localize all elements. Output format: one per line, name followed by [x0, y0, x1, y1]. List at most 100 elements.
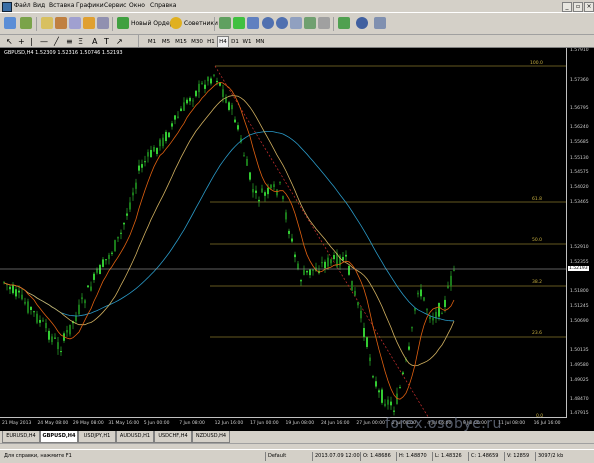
zoom-in-icon[interactable]: [262, 17, 274, 29]
tab-nzdusd-h4[interactable]: NZDUSD,H4: [192, 431, 230, 443]
price-label: 1.54575: [570, 170, 589, 175]
price-label: 1.48470: [570, 397, 589, 402]
minimize-button[interactable]: _: [562, 2, 572, 12]
indicators-icon[interactable]: [338, 17, 350, 29]
menu-window[interactable]: Окно: [129, 2, 145, 9]
close-button[interactable]: ×: [584, 2, 594, 12]
cursor-icon[interactable]: ↖: [6, 37, 13, 46]
menu-file[interactable]: Файл: [14, 2, 31, 9]
candle-body: [309, 269, 311, 276]
tester-icon[interactable]: [97, 17, 109, 29]
candle-body: [249, 172, 251, 180]
line-chart-icon[interactable]: [247, 17, 259, 29]
navigator-icon[interactable]: [69, 17, 81, 29]
candle-body: [207, 76, 209, 82]
data-window-icon[interactable]: [55, 17, 67, 29]
tab-gbpusd-h4[interactable]: GBPUSD,H4: [40, 431, 78, 443]
tab-audusd-h1[interactable]: AUDUSD,H1: [116, 431, 154, 443]
market-watch-icon[interactable]: [41, 17, 53, 29]
candle-body: [168, 132, 170, 138]
price-label: 1.57360: [570, 78, 589, 83]
candle-body: [273, 184, 275, 187]
menu-tools[interactable]: Сервис: [104, 2, 126, 9]
time-label: 27 Jun 00:00: [356, 421, 385, 426]
vertical-line-icon[interactable]: |: [30, 37, 33, 46]
new-order-icon[interactable]: [117, 17, 129, 29]
profiles-icon[interactable]: [20, 17, 32, 29]
timeframe-mn[interactable]: MN: [253, 36, 267, 48]
candle-body: [165, 131, 167, 142]
menu-insert[interactable]: Вставка: [49, 2, 74, 9]
bar-chart-icon[interactable]: [219, 17, 231, 29]
timeframe-m30[interactable]: M30: [189, 36, 205, 48]
time-label: 12 Jun 16:00: [214, 421, 244, 426]
crosshair-icon[interactable]: +: [18, 37, 25, 46]
candle-body: [372, 376, 374, 378]
menu-charts[interactable]: Графики: [76, 2, 104, 9]
fib-50: 50.0: [532, 238, 543, 243]
timeframe-m5[interactable]: M5: [159, 36, 173, 48]
horizontal-line-icon[interactable]: —: [40, 37, 48, 46]
new-order-button[interactable]: Новый Ордер: [131, 20, 173, 27]
tab-usdchf-h4[interactable]: USDCHF,H4: [154, 431, 192, 443]
candle-body: [255, 190, 257, 193]
advisors-icon[interactable]: [170, 17, 182, 29]
candle-body: [135, 182, 137, 189]
candle-body: [420, 289, 422, 297]
time-label: 5 Jun 00:00: [143, 421, 170, 426]
trendline-icon[interactable]: ╱: [54, 37, 59, 46]
candle-body: [144, 161, 146, 163]
label-tool-icon[interactable]: T: [104, 37, 109, 46]
tab-eurusd-h4[interactable]: EURUSD,H4: [2, 431, 40, 443]
periods-icon[interactable]: [356, 17, 368, 29]
candle-body: [276, 189, 278, 196]
arrows-icon[interactable]: ↗: [116, 37, 123, 46]
drawing-toolbar: ↖ + | — ╱ ≡ Ξ A T ↗ M1 M5 M15 M30 H1 H4 …: [0, 35, 594, 48]
candle-body: [369, 357, 371, 362]
zoom-out-icon[interactable]: [276, 17, 288, 29]
restore-button[interactable]: ▫: [573, 2, 583, 12]
candlestick-icon[interactable]: [233, 17, 245, 29]
timeframe-d1[interactable]: D1: [229, 36, 241, 48]
timeframe-h1[interactable]: H1: [205, 36, 217, 48]
timeframe-h4[interactable]: H4: [217, 36, 229, 48]
timeframe-m1[interactable]: M1: [145, 36, 159, 48]
candle-body: [303, 270, 305, 275]
price-label: 1.55130: [570, 156, 589, 161]
menu-view[interactable]: Вид: [33, 2, 45, 9]
candle-body: [156, 147, 158, 155]
fibonacci-icon[interactable]: Ξ: [78, 37, 83, 46]
advisors-button[interactable]: Советники: [184, 20, 218, 27]
chart-window[interactable]: GBPUSD,H4 1.52309 1.52316 1.50746 1.5219…: [0, 48, 594, 431]
timeframe-w1[interactable]: W1: [241, 36, 253, 48]
channel-icon[interactable]: ≡: [66, 37, 73, 46]
price-label: 1.50690: [570, 319, 589, 324]
price-chart[interactable]: [0, 48, 567, 418]
chart-shift-icon[interactable]: [318, 17, 330, 29]
candle-body: [60, 351, 62, 353]
new-chart-icon[interactable]: [4, 17, 16, 29]
autoscroll-icon[interactable]: [304, 17, 316, 29]
candle-body: [120, 232, 122, 234]
price-label: 1.53465: [570, 200, 589, 205]
candle-body: [33, 311, 35, 313]
time-label: 7 Jun 08:00: [179, 421, 205, 426]
tile-windows-icon[interactable]: [290, 17, 302, 29]
candle-body: [102, 259, 104, 267]
candle-body: [36, 313, 38, 323]
text-tool-icon[interactable]: A: [92, 37, 97, 46]
terminal-icon[interactable]: [83, 17, 95, 29]
templates-icon[interactable]: [374, 17, 386, 29]
menu-help[interactable]: Справка: [150, 2, 176, 9]
candle-body: [24, 301, 26, 304]
candle-body: [321, 262, 323, 264]
candle-body: [252, 189, 254, 193]
timeframe-m15[interactable]: M15: [173, 36, 189, 48]
candle-body: [87, 285, 89, 288]
fibonacci-levels: [210, 65, 567, 338]
candle-body: [384, 403, 386, 406]
tab-usdjpy-h1[interactable]: USDJPY,H1: [78, 431, 116, 443]
candle-body: [159, 139, 161, 147]
price-axis[interactable]: 1.57910 1.57360 1.56795 1.56240 1.55685 …: [566, 48, 594, 418]
price-label: 1.47915: [570, 411, 589, 416]
